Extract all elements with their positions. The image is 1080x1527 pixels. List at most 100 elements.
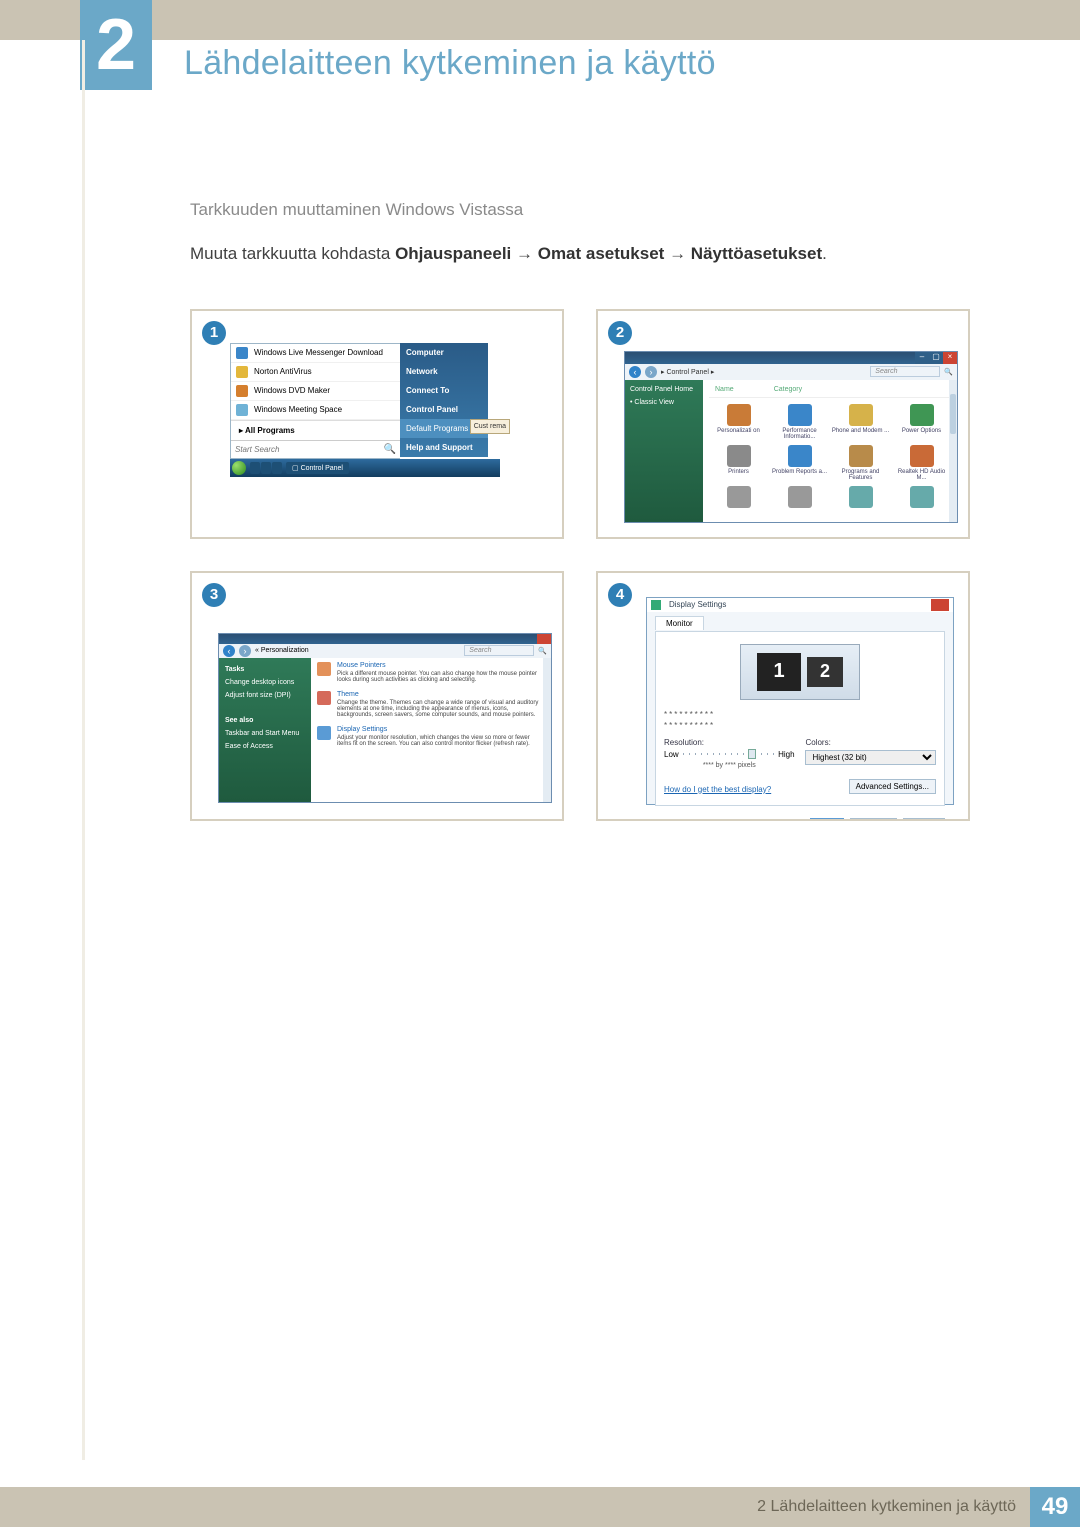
instruction-path-2: Omat asetukset	[538, 244, 665, 263]
personalization-block[interactable]: Mouse PointersPick a different mouse poi…	[317, 662, 543, 683]
start-menu-item-label: Norton AntiVirus	[254, 367, 312, 376]
control-panel-item[interactable]	[892, 486, 951, 510]
breadcrumb[interactable]: « Personalization	[255, 647, 309, 654]
search-input[interactable]: Search	[870, 366, 940, 377]
sidebar-link[interactable]: Ease of Access	[225, 743, 305, 750]
apply-button[interactable]: Apply	[903, 818, 945, 821]
control-panel-item-icon	[849, 486, 873, 508]
maximize-icon[interactable]: ▢	[929, 352, 943, 364]
ok-button[interactable]: OK	[810, 818, 844, 821]
start-menu-item[interactable]: Windows Live Messenger Download	[231, 344, 400, 363]
control-panel-sidebar: Control Panel Home • Classic View	[625, 380, 703, 522]
breadcrumb[interactable]: ▸ Control Panel ▸	[661, 368, 714, 376]
start-menu-item[interactable]: Norton AntiVirus	[231, 363, 400, 382]
control-panel-item[interactable]: Printers	[709, 445, 768, 482]
sidebar-link[interactable]: Change desktop icons	[225, 679, 305, 686]
start-orb-icon[interactable]	[232, 461, 246, 475]
monitor-preview[interactable]: 1 2	[740, 644, 860, 700]
control-panel-item[interactable]	[770, 486, 829, 510]
window-titlebar[interactable]	[219, 634, 551, 644]
taskbar-button-control-panel[interactable]: ▢ Control Panel	[286, 462, 349, 474]
control-panel-item[interactable]	[831, 486, 890, 510]
block-title-link[interactable]: Theme	[337, 691, 543, 698]
start-menu-right-item[interactable]: Computer	[400, 343, 488, 362]
forward-button-icon[interactable]: ›	[239, 645, 251, 657]
forward-button-icon[interactable]: ›	[645, 366, 657, 378]
quick-launch[interactable]	[250, 462, 282, 474]
slider-thumb[interactable]	[748, 749, 756, 759]
colors-select[interactable]: Highest (32 bit)	[805, 750, 936, 765]
search-icon[interactable]: 🔍	[944, 368, 953, 376]
control-panel-item[interactable]: Problem Reports a...	[770, 445, 829, 482]
address-bar: ‹ › ▸ Control Panel ▸ Search 🔍	[625, 364, 957, 380]
control-panel-item[interactable]: Personalizati on	[709, 404, 768, 441]
close-icon[interactable]	[931, 599, 949, 611]
control-panel-item[interactable]: Realtek HD Audio M...	[892, 445, 951, 482]
address-bar: ‹ › « Personalization Search 🔍	[219, 644, 551, 658]
sidebar-home-link[interactable]: Control Panel Home	[630, 386, 698, 393]
personalization-block[interactable]: Display SettingsAdjust your monitor reso…	[317, 726, 543, 747]
resolution-label: Resolution:	[664, 738, 795, 747]
block-title-link[interactable]: Display Settings	[337, 726, 543, 733]
breadcrumb-text: Control Panel ▸	[666, 369, 714, 376]
block-title-link[interactable]: Mouse Pointers	[337, 662, 543, 669]
control-panel-item[interactable]: Performance Informatio...	[770, 404, 829, 441]
scrollbar[interactable]	[543, 658, 551, 802]
start-menu-right-item[interactable]: Connect To	[400, 381, 488, 400]
minimize-icon[interactable]: –	[915, 352, 929, 364]
back-button-icon[interactable]: ‹	[223, 645, 235, 657]
control-panel-item-label: Personalizati on	[709, 428, 768, 435]
tooltip: Cust rema	[470, 419, 510, 434]
instruction-text: Muuta tarkkuutta kohdasta Ohjauspaneeli …	[190, 242, 970, 267]
control-panel-item[interactable]: Programs and Features	[831, 445, 890, 482]
control-panel-item[interactable]	[709, 486, 768, 510]
control-panel-item-icon	[849, 445, 873, 467]
dialog-titlebar[interactable]: Display Settings	[647, 598, 953, 612]
column-headers[interactable]: Name Category	[709, 384, 951, 398]
control-panel-item[interactable]: Power Options	[892, 404, 951, 441]
start-menu-right-item[interactable]: Network	[400, 362, 488, 381]
personalization-block[interactable]: ThemeChange the theme. Themes can change…	[317, 691, 543, 718]
sidebar-link[interactable]: Adjust font size (DPI)	[225, 692, 305, 699]
screenshot-3-personalization: 3 ‹ › « Personalization Search 🔍 Tasks C…	[190, 571, 564, 821]
close-icon[interactable]	[537, 634, 551, 644]
scrollbar[interactable]	[949, 380, 957, 522]
sidebar-link[interactable]: Taskbar and Start Menu	[225, 730, 305, 737]
window-titlebar[interactable]: – ▢ ×	[625, 352, 957, 364]
tab-monitor[interactable]: Monitor	[655, 616, 704, 630]
monitor-1[interactable]: 1	[757, 653, 801, 691]
resolution-slider[interactable]: Low High	[664, 750, 795, 759]
start-menu-right-item-hover[interactable]: Default Programs Cust rema	[400, 419, 488, 438]
instruction-path-1: Ohjauspaneeli	[395, 244, 511, 263]
all-programs-button[interactable]: ▸ All Programs	[231, 420, 400, 440]
slider-track[interactable]	[683, 753, 774, 755]
start-menu-right-item[interactable]: Control Panel	[400, 400, 488, 419]
start-search-box[interactable]: 🔍	[231, 440, 400, 458]
start-menu-item[interactable]: Windows Meeting Space	[231, 401, 400, 420]
block-icon	[317, 726, 331, 740]
control-panel-item-label: Realtek HD Audio M...	[892, 469, 951, 482]
start-menu-item[interactable]: Windows DVD Maker	[231, 382, 400, 401]
step-badge-1: 1	[202, 321, 226, 345]
control-panel-item-icon	[910, 445, 934, 467]
control-panel-item-icon	[788, 404, 812, 426]
advanced-settings-button[interactable]: Advanced Settings...	[849, 779, 936, 794]
help-link[interactable]: How do I get the best display?	[664, 785, 771, 794]
control-panel-item-icon	[849, 404, 873, 426]
back-button-icon[interactable]: ‹	[629, 366, 641, 378]
control-panel-item[interactable]: Phone and Modem ...	[831, 404, 890, 441]
page-footer: 2 Lähdelaitteen kytkeminen ja käyttö 49	[0, 1487, 1080, 1527]
search-icon[interactable]: 🔍	[538, 647, 547, 655]
start-menu-right-label: Default Programs	[406, 424, 468, 433]
screenshot-2-control-panel: 2 – ▢ × ‹ › ▸ Control Panel ▸ Search 🔍	[596, 309, 970, 539]
cancel-button[interactable]: Cancel	[850, 818, 897, 821]
start-menu-right-item[interactable]: Help and Support	[400, 438, 488, 457]
taskbar: ▢ Control Panel	[230, 459, 500, 477]
start-search-input[interactable]	[235, 445, 355, 454]
sidebar-classic-view[interactable]: • Classic View	[630, 399, 698, 406]
footer-page-number: 49	[1030, 1487, 1080, 1527]
close-icon[interactable]: ×	[943, 352, 957, 364]
search-input[interactable]: Search	[464, 645, 534, 656]
monitor-2[interactable]: 2	[807, 657, 843, 687]
chapter-title: Lähdelaitteen kytkeminen ja käyttö	[184, 44, 716, 83]
